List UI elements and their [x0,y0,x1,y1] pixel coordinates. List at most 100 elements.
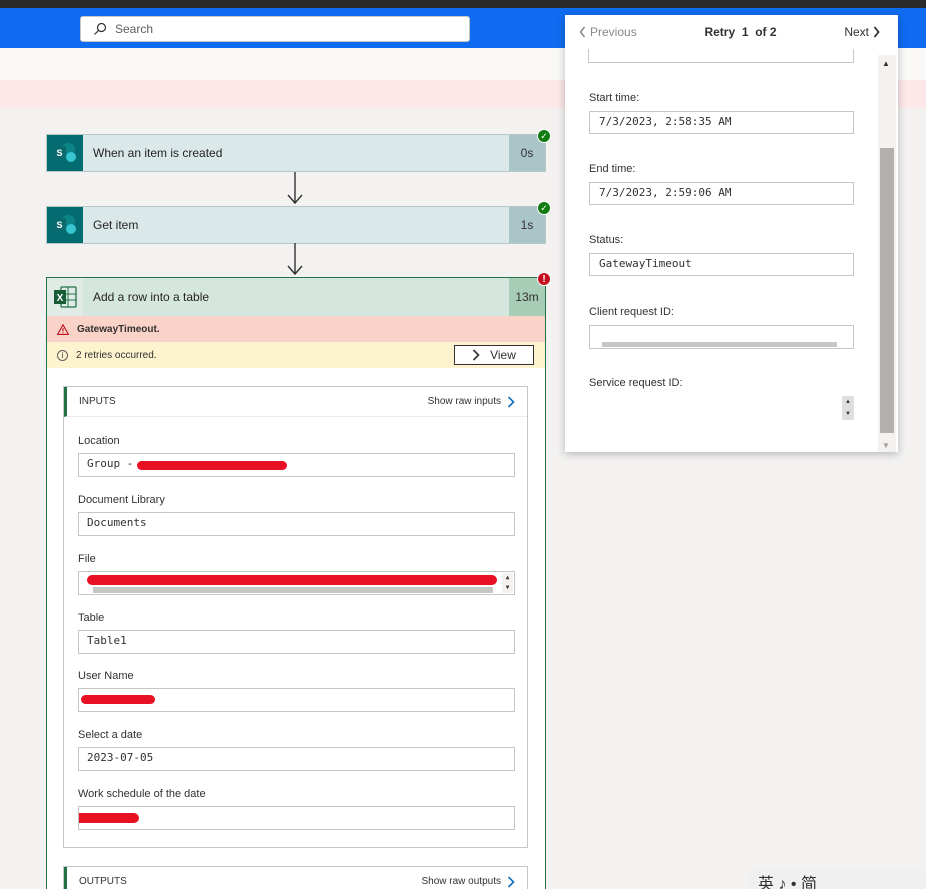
outputs-title: OUTPUTS [79,876,127,887]
status-field: Status: GatewayTimeout [589,234,854,276]
scroll-down-icon[interactable]: ▼ [882,441,890,450]
next-retry-button[interactable]: Next [844,25,880,39]
field-value[interactable] [78,688,515,712]
redaction-mark [137,461,287,470]
chevron-right-icon [507,875,515,888]
field-value[interactable]: GatewayTimeout [589,253,854,276]
inputs-header: INPUTS Show raw inputs [64,387,527,417]
success-check-icon: ✓ [537,129,551,143]
sharepoint-icon: S [47,207,83,243]
scroll-up-icon[interactable]: ▲ [882,59,890,68]
svg-text:X: X [57,293,64,304]
horizontal-scrollbar[interactable] [602,342,837,347]
search-box[interactable]: Search [80,16,470,42]
excel-icon: X [47,278,83,316]
start-time-field: Start time: 7/3/2023, 2:58:35 AM [589,92,854,134]
previous-retry-button[interactable]: Previous [579,25,637,39]
view-label: View [490,348,516,362]
connector-arrow-icon [287,172,303,205]
field-label: User Name [78,670,134,682]
chevron-left-icon [579,26,586,38]
svg-text:S: S [56,148,62,158]
vertical-scrollbar[interactable]: ▲ ▼ [842,396,854,420]
panel-scrollbar[interactable]: ▲ ▼ [878,55,896,452]
field-value[interactable]: 7/3/2023, 2:59:06 AM [589,182,854,205]
ime-text: 英 ♪ • 简 [758,876,817,889]
action-label: Add a row into a table [93,290,210,304]
field-value[interactable] [78,806,515,830]
field-file: File ▲ ▼ [78,553,515,595]
search-icon [94,22,107,35]
field-value[interactable] [589,325,854,349]
next-label: Next [844,25,869,39]
field-value[interactable]: ▲ ▼ [589,396,854,420]
field-label: Start time: [589,92,640,104]
field-value[interactable]: ▲ ▼ [78,571,515,595]
scroll-thumb[interactable] [880,148,894,433]
field-label: End time: [589,163,636,175]
search-placeholder: Search [115,22,154,36]
step-get-item[interactable]: S Get item 1s ✓ [46,201,551,244]
inputs-section: INPUTS Show raw inputs Location Group - … [63,386,528,848]
redaction-mark [81,695,155,704]
action-header[interactable]: X Add a row into a table 13m ! [47,272,551,316]
retry-details-body: Start time: 7/3/2023, 2:58:35 AM End tim… [565,49,876,452]
show-raw-inputs-label: Show raw inputs [427,396,501,407]
step-when-item-created[interactable]: S When an item is created 0s ✓ [46,129,551,172]
field-select-date: Select a date 2023-07-05 [78,729,515,771]
client-request-id-field: Client request ID: [589,306,854,349]
field-label: Select a date [78,729,143,741]
ime-toolbar[interactable]: 英 ♪ • 简 [750,870,926,889]
retry-index: 1 [741,25,749,39]
chevron-right-icon [873,26,880,38]
field-value[interactable]: 7/3/2023, 2:58:35 AM [589,111,854,134]
field-value[interactable]: 2023-07-05 [78,747,515,771]
previous-label: Previous [590,25,637,39]
show-raw-inputs-link[interactable]: Show raw inputs [427,395,515,408]
retries-bar: i 2 retries occurred. View [47,342,545,368]
chevron-right-icon [507,395,515,408]
horizontal-scrollbar[interactable] [93,587,493,593]
vertical-scrollbar[interactable]: ▲ ▼ [502,573,513,593]
warning-triangle-icon [57,323,69,335]
inputs-title: INPUTS [79,396,116,407]
retries-text: 2 retries occurred. [76,349,157,361]
retry-counter: Retry 1 of 2 [704,25,776,39]
field-label: Work schedule of the date [78,788,206,800]
step-label: When an item is created [93,146,223,160]
field-label: Table [78,612,105,624]
error-icon: ! [537,272,551,286]
outputs-section: OUTPUTS Show raw outputs [63,866,528,889]
redaction-mark [79,813,139,823]
retry-total: of 2 [755,25,777,39]
sharepoint-icon: S [47,135,83,171]
connector-arrow-icon [287,243,303,276]
clipped-field[interactable] [588,49,854,63]
field-value-text: Group - [87,457,134,470]
field-value[interactable]: Group - [78,453,515,477]
retry-details-panel: Previous Retry 1 of 2 Next Start time: 7… [565,15,898,452]
field-label: Document Library [78,494,165,506]
field-label: Client request ID: [589,306,674,318]
chevron-right-icon [473,349,480,361]
error-text: GatewayTimeout. [77,323,160,335]
retry-label: Retry [704,25,736,39]
show-raw-outputs-label: Show raw outputs [421,876,502,887]
svg-text:S: S [56,220,62,230]
field-value[interactable]: Documents [78,512,515,536]
outputs-header: OUTPUTS Show raw outputs [64,867,527,889]
step-label: Get item [93,218,139,232]
view-retries-button[interactable]: View [454,345,534,365]
success-check-icon: ✓ [537,201,551,215]
field-label: Location [78,435,120,447]
show-raw-outputs-link[interactable]: Show raw outputs [421,875,516,888]
retry-navigation: Previous Retry 1 of 2 Next [565,15,898,49]
info-icon: i [57,349,68,361]
field-work-schedule: Work schedule of the date [78,788,515,830]
field-label: Service request ID: [589,377,683,389]
field-user-name: User Name [78,670,515,712]
field-value[interactable]: Table1 [78,630,515,654]
field-location: Location Group - [78,435,515,477]
redaction-mark [87,575,497,585]
end-time-field: End time: 7/3/2023, 2:59:06 AM [589,163,854,205]
